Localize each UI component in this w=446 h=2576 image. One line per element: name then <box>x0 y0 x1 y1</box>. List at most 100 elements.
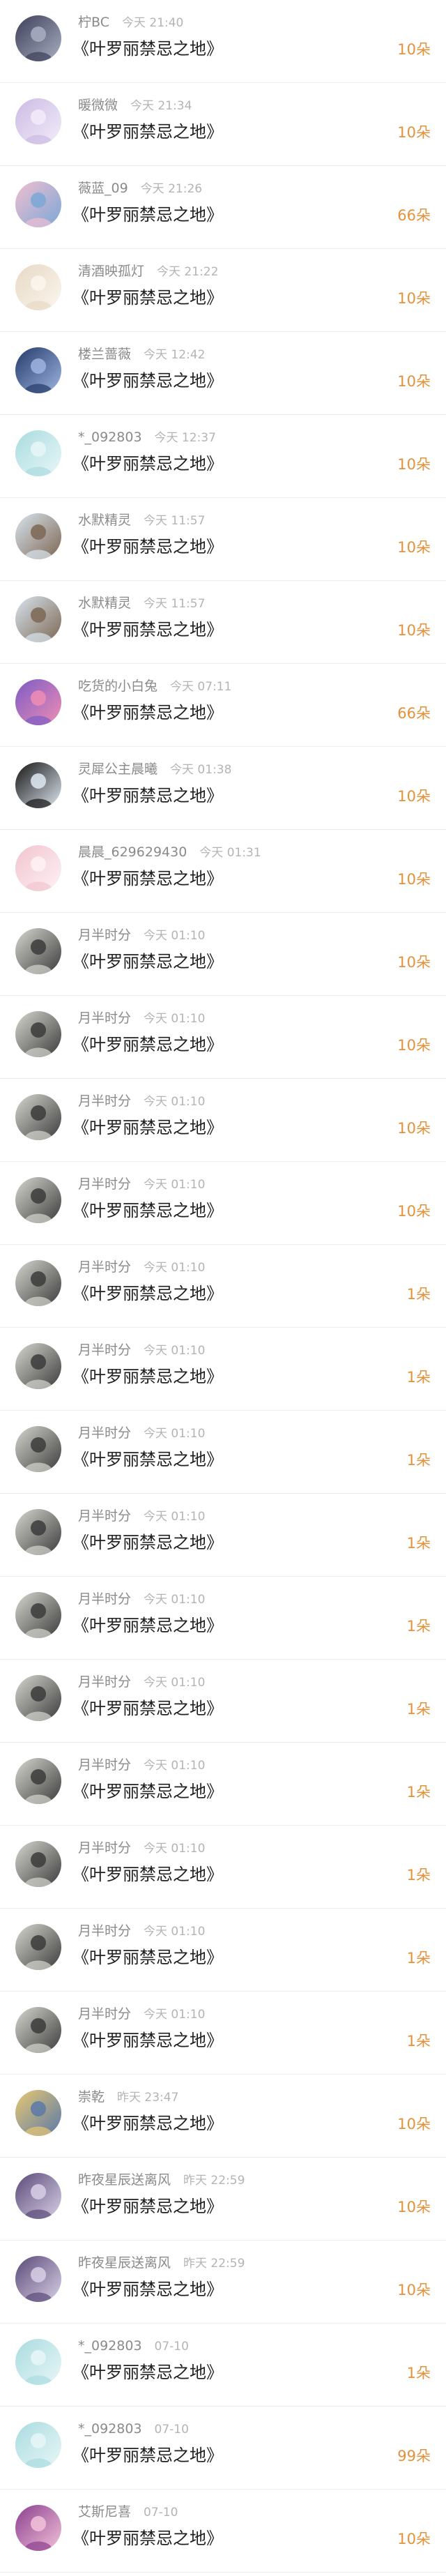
avatar-ink-character-icon[interactable] <box>15 1011 61 1057</box>
gift-record-row[interactable]: 月半时分 今天 01:10 《叶罗丽禁忌之地》 1朵 <box>0 1826 446 1909</box>
sender-name[interactable]: 吃货的小白兔 <box>78 679 157 694</box>
sender-name[interactable]: 艾斯尼喜 <box>78 2504 131 2520</box>
sender-name[interactable]: 月半时分 <box>78 927 131 943</box>
sender-name[interactable]: 月半时分 <box>78 1840 131 1856</box>
gift-record-row[interactable]: 月半时分 今天 01:10 《叶罗丽禁忌之地》 1朵 <box>0 1328 446 1411</box>
avatar-ink-character-icon[interactable] <box>15 1924 61 1970</box>
sender-name[interactable]: 灵犀公主晨曦 <box>78 762 157 777</box>
avatar-ink-character-icon[interactable] <box>15 1343 61 1389</box>
avatar-chibi-pair-icon[interactable] <box>15 596 61 642</box>
gift-record-row[interactable]: 月半时分 今天 01:10 《叶罗丽禁忌之地》 1朵 <box>0 1992 446 2075</box>
sender-name[interactable]: 月半时分 <box>78 1591 131 1607</box>
sender-name[interactable]: 月半时分 <box>78 1093 131 1109</box>
gift-record-row[interactable]: 晨晨_629629430 今天 01:31 《叶罗丽禁忌之地》 10朵 <box>0 830 446 913</box>
gift-record-row[interactable]: 暖微微 今天 21:34 《叶罗丽禁忌之地》 10朵 <box>0 83 446 166</box>
sender-name[interactable]: 月半时分 <box>78 1010 131 1026</box>
sender-name[interactable]: 月半时分 <box>78 2006 131 2022</box>
gift-record-row[interactable]: 楼兰蔷薇 今天 12:42 《叶罗丽禁忌之地》 10朵 <box>0 332 446 415</box>
avatar-anime-girl-icon[interactable] <box>15 181 61 227</box>
sender-name[interactable]: 水默精灵 <box>78 513 131 528</box>
avatar-cyan-character-icon[interactable] <box>15 2422 61 2468</box>
gift-record-row[interactable]: 月半时分 今天 01:10 《叶罗丽禁忌之地》 10朵 <box>0 913 446 996</box>
avatar-ink-character-icon[interactable] <box>15 1177 61 1223</box>
sender-name[interactable]: 月半时分 <box>78 1425 131 1441</box>
avatar-dancer-icon[interactable] <box>15 762 61 808</box>
avatar-purple-character-icon[interactable] <box>15 2256 61 2302</box>
avatar-ink-character-icon[interactable] <box>15 1675 61 1721</box>
sender-name[interactable]: 月半时分 <box>78 1508 131 1524</box>
gift-record-row[interactable]: 月半时分 今天 01:10 《叶罗丽禁忌之地》 1朵 <box>0 1494 446 1577</box>
gift-record-row[interactable]: 月半时分 今天 01:10 《叶罗丽禁忌之地》 10朵 <box>0 1079 446 1162</box>
sender-name[interactable]: 楼兰蔷薇 <box>78 347 131 362</box>
gift-record-row[interactable]: 水默精灵 今天 11:57 《叶罗丽禁忌之地》 10朵 <box>0 498 446 581</box>
sender-name[interactable]: 崇乾 <box>78 2089 105 2105</box>
sender-name[interactable]: *_092803 <box>78 430 142 445</box>
gift-record-row[interactable]: 崇乾 昨天 23:47 《叶罗丽禁忌之地》 10朵 <box>0 2075 446 2158</box>
gift-record-row[interactable]: *_092803 07-10 《叶罗丽禁忌之地》 99朵 <box>0 2407 446 2490</box>
gift-record-row[interactable]: 吃货的小白兔 今天 07:11 《叶罗丽禁忌之地》 66朵 <box>0 664 446 747</box>
gift-record-row[interactable]: 昨夜星辰送离风 昨天 22:59 《叶罗丽禁忌之地》 10朵 <box>0 2241 446 2324</box>
sender-name[interactable]: 暖微微 <box>78 98 118 113</box>
sender-name[interactable]: 昨夜星辰送离风 <box>78 2172 171 2188</box>
send-time: 今天 01:10 <box>144 1178 206 1192</box>
avatar-ink-character-icon[interactable] <box>15 1509 61 1555</box>
gift-record-row[interactable]: 月半时分 今天 01:10 《叶罗丽禁忌之地》 1朵 <box>0 1411 446 1494</box>
gift-record-row[interactable]: 月半时分 今天 01:10 《叶罗丽禁忌之地》 1朵 <box>0 1577 446 1660</box>
gift-record-row[interactable]: 月半时分 今天 01:10 《叶罗丽禁忌之地》 1朵 <box>0 1660 446 1743</box>
sender-name[interactable]: *_092803 <box>78 2338 142 2354</box>
gift-record-row[interactable]: 清酒映孤灯 今天 21:22 《叶罗丽禁忌之地》 10朵 <box>0 249 446 332</box>
sender-name[interactable]: 月半时分 <box>78 1342 131 1358</box>
avatar-blonde-character-icon[interactable] <box>15 2090 61 2136</box>
gift-record-row[interactable]: 灵犀公主晨曦 今天 01:38 《叶罗丽禁忌之地》 10朵 <box>0 747 446 830</box>
avatar-chibi-pair-icon[interactable] <box>15 513 61 559</box>
sender-name[interactable]: 清酒映孤灯 <box>78 264 144 279</box>
avatar-purple-character-icon[interactable] <box>15 2173 61 2219</box>
sender-name[interactable]: 水默精灵 <box>78 596 131 611</box>
avatar-pink-character-icon[interactable] <box>15 845 61 891</box>
gift-record-row[interactable]: 月半时分 今天 01:10 《叶罗丽禁忌之地》 10朵 <box>0 1162 446 1245</box>
avatar-ink-character-icon[interactable] <box>15 1758 61 1804</box>
sender-name[interactable]: 月半时分 <box>78 1259 131 1275</box>
avatar-colorful-character-icon[interactable] <box>15 679 61 725</box>
sender-name[interactable]: 月半时分 <box>78 1923 131 1939</box>
gift-record-row[interactable]: 艾斯尼喜 07-10 《叶罗丽禁忌之地》 10朵 <box>0 2490 446 2573</box>
flower-count: 1朵 <box>406 1784 431 1801</box>
send-time: 今天 01:10 <box>144 1842 206 1856</box>
gift-title: 《叶罗丽禁忌之地》 <box>72 2363 223 2382</box>
avatar-ink-character-icon[interactable] <box>15 1094 61 1140</box>
avatar-cyan-character-icon[interactable] <box>15 2339 61 2385</box>
gift-record-row[interactable]: 月半时分 今天 01:10 《叶罗丽禁忌之地》 10朵 <box>0 996 446 1079</box>
gift-record-row[interactable]: 月半时分 今天 01:10 《叶罗丽禁忌之地》 1朵 <box>0 1743 446 1826</box>
sender-name[interactable]: *_092803 <box>78 2421 142 2437</box>
gift-record-row[interactable]: 昨夜星辰送离风 昨天 22:59 《叶罗丽禁忌之地》 10朵 <box>0 2158 446 2241</box>
gift-record-row[interactable]: 月半时分 今天 01:10 《叶罗丽禁忌之地》 1朵 <box>0 1245 446 1328</box>
avatar-ink-character-icon[interactable] <box>15 928 61 974</box>
sender-name[interactable]: 昨夜星辰送离风 <box>78 2255 171 2271</box>
avatar-ink-character-icon[interactable] <box>15 2007 61 2053</box>
sender-name[interactable]: 月半时分 <box>78 1176 131 1192</box>
record-meta: 水默精灵 今天 11:57 <box>78 595 205 612</box>
gift-record-row[interactable]: *_092803 07-10 《叶罗丽禁忌之地》 1朵 <box>0 2324 446 2407</box>
avatar-image <box>15 1924 61 1970</box>
sender-name[interactable]: 柠BC <box>78 15 109 30</box>
gift-record-row[interactable]: 柠BC 今天 21:40 《叶罗丽禁忌之地》 10朵 <box>0 0 446 83</box>
sender-name[interactable]: 薇蓝_09 <box>78 181 128 196</box>
sender-name[interactable]: 晨晨_629629430 <box>78 844 187 860</box>
gift-record-row[interactable]: 水默精灵 今天 11:57 《叶罗丽禁忌之地》 10朵 <box>0 581 446 664</box>
gift-record-row[interactable]: 月半时分 今天 01:10 《叶罗丽禁忌之地》 1朵 <box>0 1909 446 1992</box>
sender-name[interactable]: 月半时分 <box>78 1757 131 1773</box>
avatar-ink-character-icon[interactable] <box>15 1592 61 1638</box>
avatar-light-figure-icon[interactable] <box>15 264 61 310</box>
avatar-night-character-icon[interactable] <box>15 347 61 393</box>
avatar-ink-character-icon[interactable] <box>15 1841 61 1887</box>
avatar-ink-character-icon[interactable] <box>15 1426 61 1472</box>
avatar-ink-character-icon[interactable] <box>15 1260 61 1306</box>
avatar-dark-character-icon[interactable] <box>15 15 61 61</box>
avatar-cyan-character-icon[interactable] <box>15 430 61 476</box>
avatar-fairy-icon[interactable] <box>15 98 61 144</box>
avatar-bright-character-icon[interactable] <box>15 2505 61 2551</box>
gift-record-row[interactable]: 薇蓝_09 今天 21:26 《叶罗丽禁忌之地》 66朵 <box>0 166 446 249</box>
record-meta: 月半时分 今天 01:10 <box>78 1342 205 1358</box>
sender-name[interactable]: 月半时分 <box>78 1674 131 1690</box>
gift-record-row[interactable]: *_092803 今天 12:37 《叶罗丽禁忌之地》 10朵 <box>0 415 446 498</box>
